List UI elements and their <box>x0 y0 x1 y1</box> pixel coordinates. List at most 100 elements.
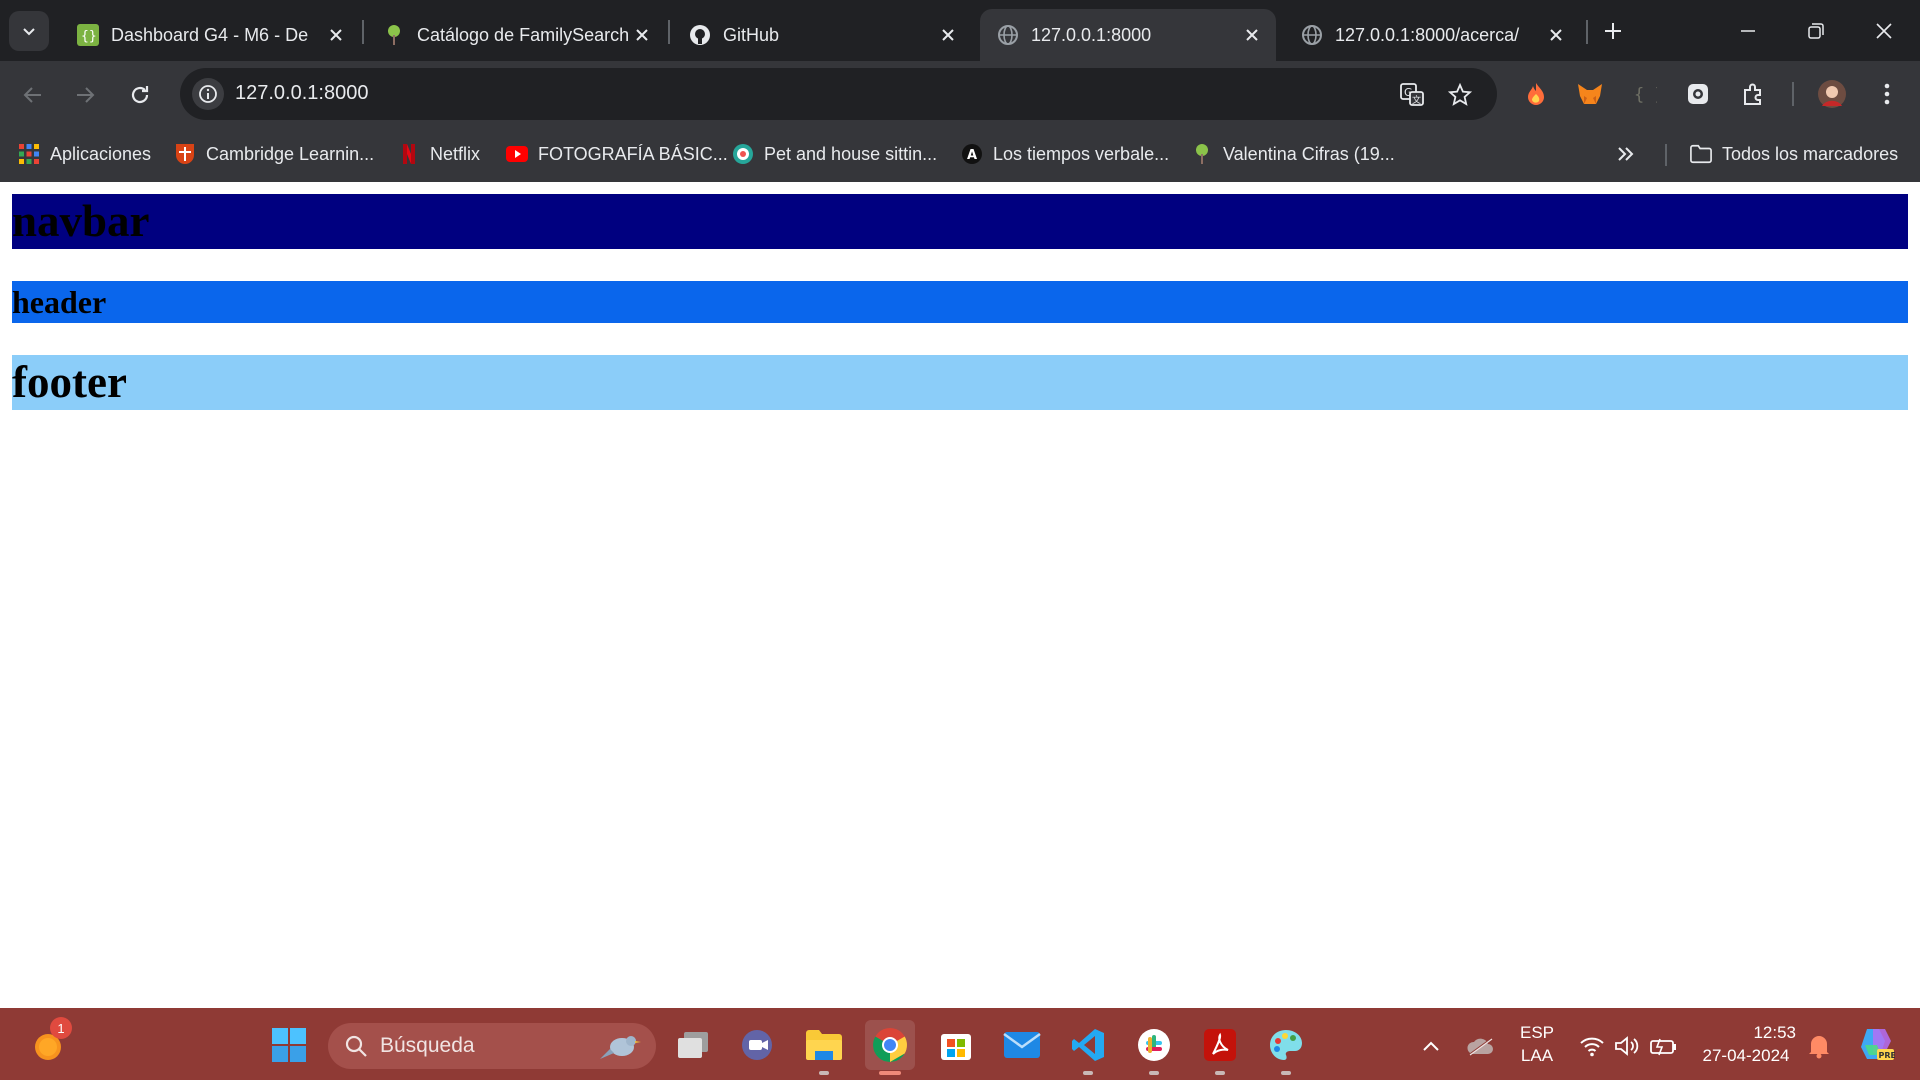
running-indicator <box>1281 1071 1291 1075</box>
back-button[interactable] <box>13 75 53 115</box>
task-view-icon <box>678 1032 708 1058</box>
tab-familysearch[interactable]: Catálogo de FamilySearch <box>366 9 666 61</box>
bookmark-label: Pet and house sittin... <box>764 143 938 164</box>
minimize-button[interactable] <box>1714 0 1782 61</box>
reload-button[interactable] <box>120 75 160 115</box>
tab-localhost-acerca[interactable]: 127.0.0.1:8000/acerca/ <box>1284 9 1580 61</box>
extensions-puzzle-icon[interactable] <box>1736 77 1770 111</box>
copilot-icon[interactable]: PRE <box>1856 1024 1896 1064</box>
bookmark-fotografia[interactable]: FOTOGRAFÍA BÁSIC... <box>506 138 728 170</box>
site-info-icon[interactable] <box>192 78 224 110</box>
bookmark-netflix[interactable]: Netflix <box>398 138 480 170</box>
toolbar-divider <box>1792 82 1794 106</box>
wifi-icon[interactable] <box>1578 1032 1606 1060</box>
bookmark-pet-house[interactable]: Pet and house sittin... <box>732 138 937 170</box>
show-hidden-icons-button[interactable] <box>1417 1032 1445 1060</box>
store-icon <box>941 1034 971 1060</box>
tab-title: Catálogo de FamilySearch <box>417 24 628 45</box>
reload-icon <box>131 86 149 104</box>
address-bar[interactable]: 127.0.0.1:8000 G文 <box>180 68 1497 120</box>
onedrive-icon[interactable] <box>1466 1032 1494 1060</box>
chevron-down-icon <box>23 28 35 36</box>
search-icon <box>345 1035 367 1057</box>
start-button[interactable] <box>264 1020 314 1070</box>
metamask-fox-icon[interactable] <box>1573 77 1607 111</box>
paint-app[interactable] <box>1261 1020 1311 1075</box>
more-bookmarks-button[interactable] <box>1617 138 1635 170</box>
notification-count-badge: 1 <box>50 1017 72 1039</box>
all-bookmarks-button[interactable]: Todos los marcadores <box>1690 138 1898 170</box>
bookmark-label: Aplicaciones <box>50 143 152 164</box>
windows-logo-icon <box>272 1028 306 1062</box>
language-code: ESP <box>1519 1023 1555 1042</box>
close-tab-icon[interactable] <box>628 21 656 49</box>
file-explorer-app[interactable] <box>799 1020 849 1075</box>
video-chat-icon <box>742 1030 772 1060</box>
cambridge-icon <box>174 143 196 165</box>
tab-github[interactable]: GitHub <box>672 9 972 61</box>
tab-divider <box>668 20 670 44</box>
keyboard-layout: LAA <box>1520 1046 1554 1065</box>
pdf-icon <box>1204 1029 1236 1061</box>
globe-icon <box>1301 24 1323 46</box>
page-viewport: navbar header footer <box>0 182 1920 1008</box>
fire-extension-icon[interactable] <box>1519 77 1553 111</box>
tab-dashboard[interactable]: {} Dashboard G4 - M6 - De <box>60 9 360 61</box>
svg-text:文: 文 <box>1412 94 1421 106</box>
clock[interactable]: 12:53 27-04-2024 <box>1690 1021 1802 1067</box>
globe-icon <box>997 24 1019 46</box>
bookmarks-bar: Aplicaciones Cambridge Learnin... Netfli… <box>0 128 1920 182</box>
tab-title: Dashboard G4 - M6 - De <box>111 24 309 45</box>
new-tab-button[interactable] <box>1597 15 1629 47</box>
profile-avatar[interactable] <box>1815 77 1849 111</box>
translate-icon[interactable]: G文 <box>1397 80 1427 110</box>
plus-icon <box>1605 23 1621 39</box>
widgets-button[interactable]: 1 <box>24 1017 74 1070</box>
forward-button[interactable] <box>65 75 105 115</box>
bookmark-valentina[interactable]: Valentina Cifras (19... <box>1191 138 1395 170</box>
bookmark-cambridge[interactable]: Cambridge Learnin... <box>174 138 374 170</box>
task-view-button[interactable] <box>668 1020 718 1070</box>
close-window-button[interactable] <box>1850 0 1918 61</box>
chrome-app[interactable] <box>865 1020 915 1075</box>
json-braces-icon[interactable]: { } <box>1628 77 1662 111</box>
notification-bell-icon[interactable] <box>1805 1032 1833 1060</box>
tab-title: 127.0.0.1:8000 <box>1031 24 1152 45</box>
tab-search-button[interactable] <box>9 11 49 51</box>
bookmark-label: Los tiempos verbale... <box>993 143 1170 164</box>
vscode-app[interactable] <box>1063 1020 1113 1075</box>
bookmark-aplicaciones[interactable]: Aplicaciones <box>18 138 151 170</box>
double-chevron-right-icon <box>1618 147 1634 161</box>
netflix-icon <box>398 143 420 165</box>
chrome-icon <box>873 1028 907 1062</box>
bookmark-tiempos-verbales[interactable]: A Los tiempos verbale... <box>961 138 1169 170</box>
close-tab-icon[interactable] <box>1542 21 1570 49</box>
close-tab-icon[interactable] <box>322 21 350 49</box>
bird-illustration-icon <box>600 1036 641 1059</box>
bookmark-label: Cambridge Learnin... <box>206 143 375 164</box>
slack-icon <box>1138 1029 1170 1061</box>
tab-localhost-active[interactable]: 127.0.0.1:8000 <box>980 9 1276 61</box>
letter-a-icon: A <box>961 143 983 165</box>
running-indicator <box>1149 1071 1159 1075</box>
github-icon <box>689 24 711 46</box>
mail-app[interactable] <box>997 1020 1047 1070</box>
teams-chat-app[interactable] <box>733 1020 783 1070</box>
close-tab-icon[interactable] <box>1238 21 1266 49</box>
battery-icon[interactable] <box>1649 1032 1677 1060</box>
screen-capture-icon[interactable] <box>1681 77 1715 111</box>
url-text[interactable]: 127.0.0.1:8000 <box>235 82 368 105</box>
bookmark-label: FOTOGRAFÍA BÁSIC... <box>538 143 728 164</box>
language-indicator[interactable]: ESP LAA <box>1514 1021 1560 1067</box>
page-header: header <box>12 281 1908 323</box>
microsoft-store-app[interactable] <box>931 1020 981 1070</box>
volume-icon[interactable] <box>1613 1032 1641 1060</box>
acrobat-app[interactable] <box>1195 1020 1245 1075</box>
restore-button[interactable] <box>1782 0 1850 61</box>
tree-icon <box>383 24 405 46</box>
kebab-menu-icon[interactable] <box>1870 77 1904 111</box>
bookmark-star-icon[interactable] <box>1445 80 1475 110</box>
slack-app[interactable] <box>1129 1020 1179 1075</box>
taskbar-search-box[interactable]: Búsqueda <box>328 1023 656 1069</box>
close-tab-icon[interactable] <box>934 21 962 49</box>
